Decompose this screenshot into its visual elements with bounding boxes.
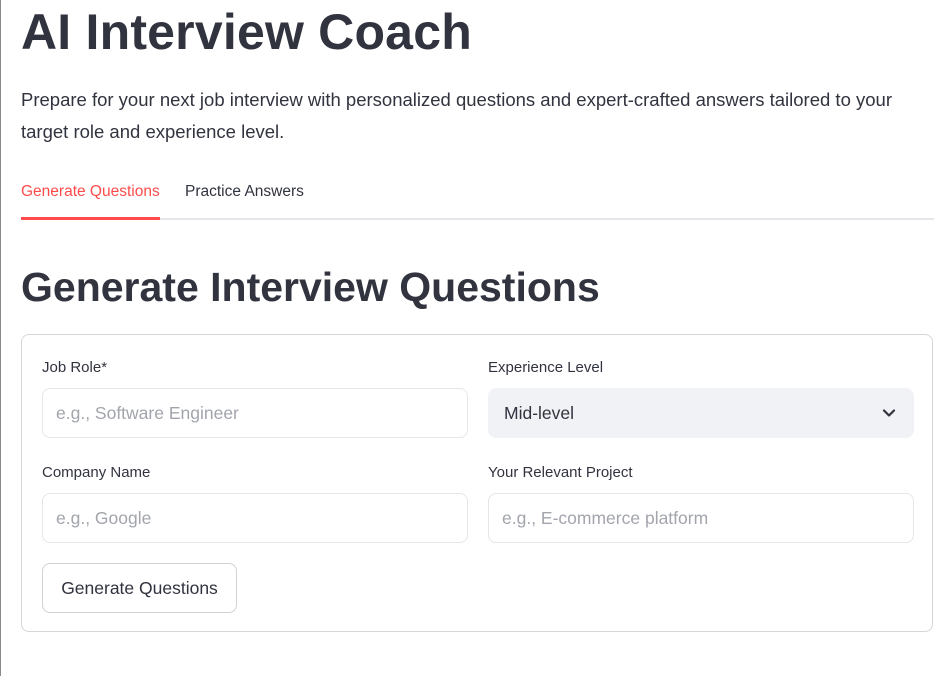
tab-generate-questions[interactable]: Generate Questions — [21, 178, 160, 220]
section-title: Generate Interview Questions — [21, 264, 600, 310]
chevron-down-icon — [882, 409, 896, 417]
experience-level-label: Experience Level — [488, 359, 604, 376]
job-role-label: Job Role* — [42, 359, 108, 376]
job-role-input[interactable] — [42, 388, 468, 438]
app-page: AI Interview Coach Prepare for your next… — [0, 0, 949, 676]
generate-questions-button[interactable]: Generate Questions — [42, 563, 237, 613]
app-description: Prepare for your next job interview with… — [21, 89, 892, 142]
app-title: AI Interview Coach — [21, 4, 472, 60]
relevant-project-label: Your Relevant Project — [488, 464, 633, 481]
experience-level-value: Mid-level — [504, 403, 575, 423]
question-form: Job Role* Experience Level Mid-level Com… — [21, 334, 933, 632]
tab-bar: Generate Questions Practice Answers — [21, 178, 934, 220]
company-name-input[interactable] — [42, 493, 468, 543]
tab-label: Practice Answers — [185, 183, 304, 200]
company-name-label: Company Name — [42, 464, 151, 481]
relevant-project-input[interactable] — [488, 493, 914, 543]
tab-label: Generate Questions — [21, 183, 160, 200]
experience-level-select[interactable]: Mid-level — [488, 388, 914, 438]
tab-practice-answers[interactable]: Practice Answers — [185, 178, 304, 218]
active-tab-indicator — [21, 217, 160, 220]
